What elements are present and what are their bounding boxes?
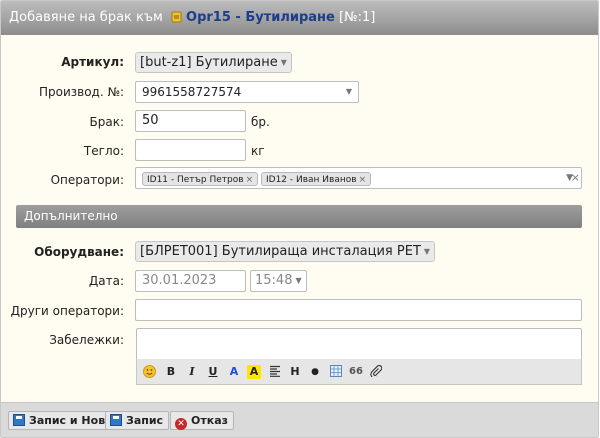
serial-label: Производ. №: bbox=[38, 85, 124, 99]
notes-textarea[interactable] bbox=[136, 328, 582, 359]
defect-label: Брак: bbox=[89, 115, 125, 129]
chevron-down-icon: ▼ bbox=[423, 247, 431, 256]
title-suffix: [№:1] bbox=[339, 10, 376, 25]
italic-button[interactable]: I bbox=[185, 365, 199, 379]
title-link[interactable]: Opr15 - Бутилиране bbox=[186, 10, 335, 25]
underline-button[interactable]: U bbox=[206, 365, 220, 379]
other-operators-input[interactable] bbox=[135, 299, 582, 321]
article-label: Артикул: bbox=[61, 55, 124, 69]
save-icon bbox=[110, 414, 122, 426]
date-label: Дата: bbox=[88, 274, 124, 288]
equipment-select[interactable]: [БЛРЕТ001] Бутилираща инсталация PET ▼ bbox=[135, 241, 436, 262]
weight-unit: кг bbox=[251, 144, 265, 158]
align-icon[interactable] bbox=[268, 365, 282, 381]
article-value: [but-z1] Бутилиране bbox=[140, 55, 278, 70]
date-input[interactable]: 30.01.2023 bbox=[135, 270, 246, 292]
operator-tag[interactable]: ID12 - Иван Иванов × bbox=[261, 172, 372, 186]
operator-tag-label: ID12 - Иван Иванов bbox=[266, 175, 357, 185]
serial-select[interactable]: 9961558727574 ▼ bbox=[135, 81, 359, 103]
serial-value: 9961558727574 bbox=[142, 85, 242, 99]
smiley-icon[interactable] bbox=[142, 365, 156, 382]
title-bar: Добавяне на брак към Opr15 - Бутилиране … bbox=[1, 1, 598, 35]
editor-toolbar: B I U A A H ● 66 bbox=[136, 359, 582, 385]
footer-bar: Запис и Нов Запис ✕ Отказ bbox=[1, 402, 598, 437]
weight-input[interactable] bbox=[135, 139, 246, 161]
text-color-button[interactable]: A bbox=[227, 365, 241, 379]
save-icon bbox=[13, 414, 25, 426]
table-icon[interactable] bbox=[329, 365, 343, 381]
operator-tag-label: ID11 - Петър Петров bbox=[147, 175, 244, 185]
document-icon bbox=[171, 11, 182, 23]
article-select[interactable]: [but-z1] Бутилиране ▼ bbox=[135, 52, 292, 73]
highlight-button[interactable]: A bbox=[247, 365, 261, 379]
quote-button[interactable]: 66 bbox=[349, 365, 363, 379]
time-value: 15:48 bbox=[255, 273, 293, 288]
cancel-label: Отказ bbox=[191, 414, 229, 427]
remove-tag-icon[interactable]: × bbox=[246, 175, 254, 185]
heading-button[interactable]: H bbox=[288, 365, 302, 379]
cancel-button[interactable]: ✕ Отказ bbox=[170, 411, 235, 430]
weight-label: Тегло: bbox=[83, 144, 124, 158]
defect-input[interactable]: 50 bbox=[135, 110, 246, 132]
time-select[interactable]: 15:48 ▼ bbox=[250, 270, 307, 292]
attach-icon[interactable] bbox=[369, 365, 383, 381]
chevron-down-icon: ▼ bbox=[295, 276, 302, 285]
equipment-label: Оборудване: bbox=[34, 245, 124, 259]
clear-icon[interactable]: × bbox=[571, 168, 580, 188]
cancel-icon: ✕ bbox=[175, 418, 187, 430]
operator-tag[interactable]: ID11 - Петър Петров × bbox=[142, 172, 259, 186]
operators-multiselect[interactable]: ID11 - Петър Петров × ID12 - Иван Иванов ×… bbox=[135, 167, 582, 189]
other-operators-label: Други оператори: bbox=[10, 304, 124, 318]
chevron-down-icon: ▼ bbox=[345, 87, 352, 96]
save-label: Запис bbox=[126, 414, 164, 427]
equipment-value: [БЛРЕТ001] Бутилираща инсталация PET bbox=[140, 244, 421, 259]
section-header-extra[interactable]: Допълнително bbox=[16, 205, 582, 228]
remove-tag-icon[interactable]: × bbox=[359, 175, 367, 185]
dialog-window: Добавяне на брак към Opr15 - Бутилиране … bbox=[0, 0, 599, 438]
bullet-icon[interactable]: ● bbox=[308, 365, 322, 379]
defect-unit: бр. bbox=[251, 115, 270, 129]
chevron-down-icon: ▼ bbox=[280, 58, 287, 67]
save-button[interactable]: Запис bbox=[105, 411, 170, 430]
operators-label: Оператори: bbox=[50, 173, 124, 187]
save-and-new-label: Запис и Нов bbox=[29, 414, 106, 427]
save-and-new-button[interactable]: Запис и Нов bbox=[8, 411, 112, 430]
notes-label: Забележки: bbox=[49, 333, 124, 347]
bold-button[interactable]: B bbox=[164, 365, 178, 379]
title-prefix: Добавяне на брак към bbox=[9, 10, 163, 25]
